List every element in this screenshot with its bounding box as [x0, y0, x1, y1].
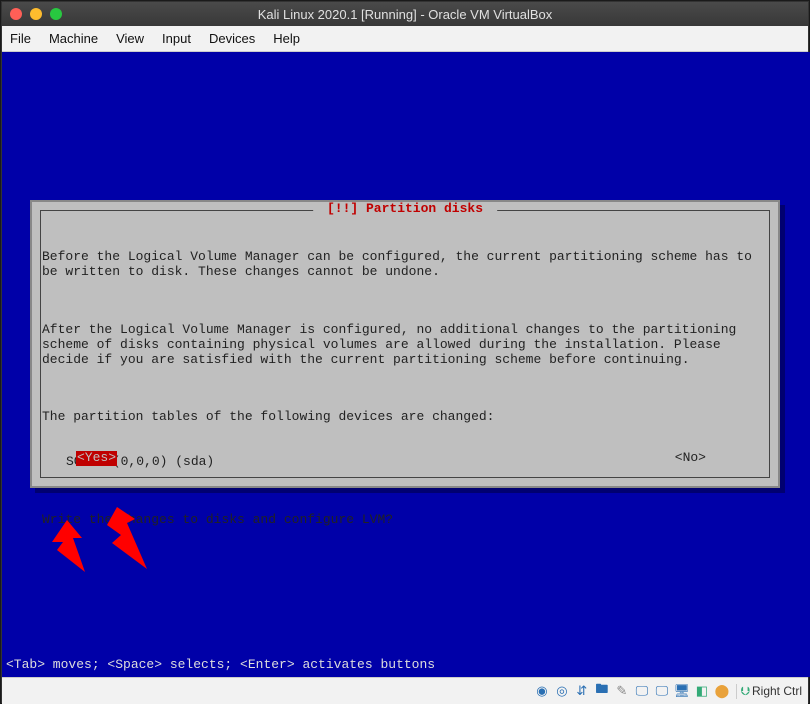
recording-icon[interactable]: 🖥: [674, 683, 690, 699]
features-icon[interactable]: ◧: [694, 683, 710, 699]
window-controls: [10, 8, 62, 20]
audio-icon[interactable]: ✎: [614, 683, 630, 699]
menu-input[interactable]: Input: [162, 31, 191, 46]
vm-framebuffer[interactable]: [!!] Partition disks Before the Logical …: [2, 52, 810, 677]
hard-disk-icon[interactable]: ◉: [534, 683, 550, 699]
minimize-button[interactable]: [30, 8, 42, 20]
menu-file[interactable]: File: [10, 31, 31, 46]
menu-devices[interactable]: Devices: [209, 31, 255, 46]
display-icon[interactable]: 🖵: [654, 683, 670, 699]
window-title: Kali Linux 2020.1 [Running] - Oracle VM …: [258, 7, 553, 22]
host-key-indicator: ⮋ Right Ctrl: [736, 684, 802, 699]
vm-window: Kali Linux 2020.1 [Running] - Oracle VM …: [1, 1, 809, 703]
dialog-title: [!!] Partition disks: [313, 202, 497, 217]
shared-folders-icon[interactable]: 🖿: [594, 683, 610, 699]
dialog-body: Before the Logical Volume Manager can be…: [42, 220, 768, 571]
dialog-paragraph-1: Before the Logical Volume Manager can be…: [42, 250, 768, 280]
dialog-paragraph-3: The partition tables of the following de…: [42, 410, 768, 425]
usb-icon[interactable]: ⇵: [574, 683, 590, 699]
no-button[interactable]: <No>: [675, 451, 706, 466]
statusbar: ◉ ◎ ⇵ 🖿 ✎ 🖵 🖵 🖥 ◧ ⬤ ⮋ Right Ctrl: [2, 677, 808, 704]
host-key-arrow-icon: ⮋: [741, 684, 750, 699]
zoom-button[interactable]: [50, 8, 62, 20]
menu-machine[interactable]: Machine: [49, 31, 98, 46]
menu-help[interactable]: Help: [273, 31, 300, 46]
host-key-label: Right Ctrl: [752, 684, 802, 698]
yes-button[interactable]: <Yes>: [76, 451, 117, 466]
network-icon[interactable]: 🖵: [634, 683, 650, 699]
keybinding-hint: <Tab> moves; <Space> selects; <Enter> ac…: [6, 658, 435, 673]
close-button[interactable]: [10, 8, 22, 20]
optical-drive-icon[interactable]: ◎: [554, 683, 570, 699]
dialog-paragraph-2: After the Logical Volume Manager is conf…: [42, 323, 768, 368]
titlebar: Kali Linux 2020.1 [Running] - Oracle VM …: [2, 2, 808, 26]
menubar: File Machine View Input Devices Help: [2, 26, 808, 52]
dialog-question: Write the changes to disks and configure…: [42, 513, 768, 528]
dialog-buttons: <Yes> <No>: [76, 451, 706, 466]
mouse-integration-icon[interactable]: ⬤: [714, 683, 730, 699]
partition-dialog: [!!] Partition disks Before the Logical …: [30, 200, 780, 488]
menu-view[interactable]: View: [116, 31, 144, 46]
